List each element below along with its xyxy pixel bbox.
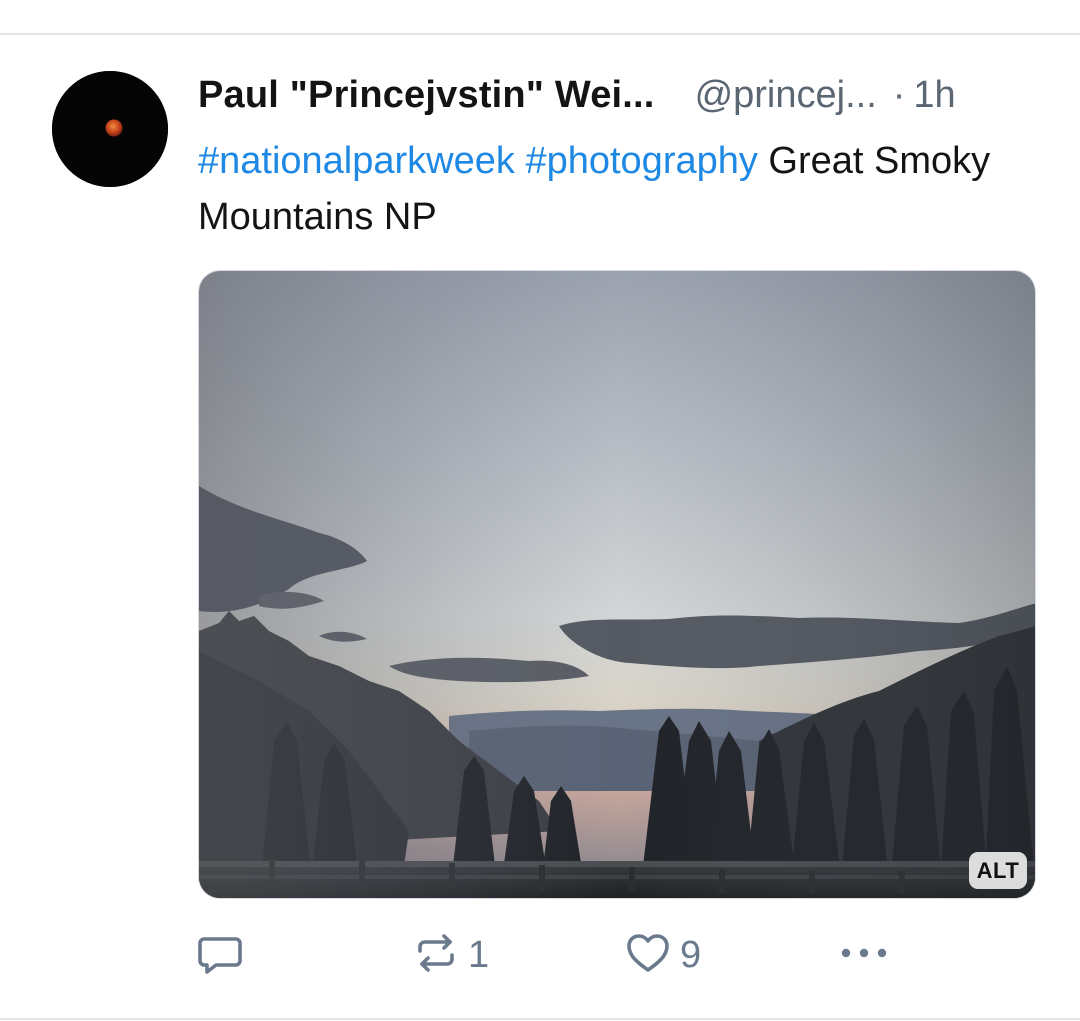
heart-icon: [624, 929, 672, 982]
avatar[interactable]: [52, 71, 168, 187]
post-timestamp[interactable]: 1h: [913, 74, 955, 117]
bottom-divider: [0, 1018, 1080, 1020]
post-image[interactable]: [198, 270, 1036, 899]
speech-bubble-icon: [196, 929, 244, 982]
post-actions: 1 9: [196, 925, 896, 985]
avatar-moon-image: [52, 71, 168, 187]
alt-text-badge[interactable]: ALT: [969, 852, 1027, 889]
like-count: 9: [680, 933, 702, 976]
top-divider: [0, 33, 1080, 35]
like-button[interactable]: 9: [624, 925, 701, 985]
repost-count: 1: [468, 933, 490, 976]
author-display-name[interactable]: Paul "Princejvstin" Wei...: [198, 74, 655, 117]
post-text: #nationalparkweek #photography Great Smo…: [198, 133, 1028, 245]
landscape-photo: [199, 271, 1035, 898]
reply-button[interactable]: [196, 925, 244, 985]
repost-arrows-icon: [412, 929, 460, 982]
header-separator: ·: [892, 73, 906, 116]
more-options-button[interactable]: [838, 925, 890, 985]
post-header: Paul "Princejvstin" Wei... @princej... ·…: [198, 70, 1040, 120]
repost-button[interactable]: 1: [412, 925, 489, 985]
hashtag-nationalparkweek[interactable]: #nationalparkweek: [198, 140, 515, 182]
hashtag-photography[interactable]: #photography: [525, 140, 757, 182]
author-handle[interactable]: @princej...: [695, 74, 877, 117]
ellipsis-icon: [838, 929, 890, 982]
